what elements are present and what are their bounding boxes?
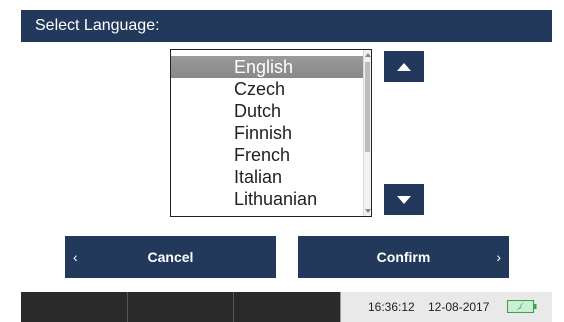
cancel-button[interactable]: ‹ Cancel bbox=[65, 236, 276, 278]
list-scrollbar[interactable] bbox=[363, 50, 371, 216]
language-item-lithuanian[interactable]: Lithuanian bbox=[171, 188, 364, 210]
language-item-dutch[interactable]: Dutch bbox=[171, 100, 364, 122]
battery-charging-icon bbox=[507, 300, 537, 313]
cancel-label: Cancel bbox=[147, 249, 194, 265]
scrollbar-thumb[interactable] bbox=[365, 62, 370, 152]
dialog-title-bar: Select Language: bbox=[21, 10, 552, 42]
language-item-english[interactable]: English bbox=[171, 56, 364, 78]
status-softkey-1[interactable] bbox=[21, 292, 128, 322]
clock-panel: 16:36:12 12-08-2017 bbox=[340, 292, 552, 322]
language-item-finnish[interactable]: Finnish bbox=[171, 122, 364, 144]
triangle-up-icon bbox=[397, 62, 411, 71]
scrollbar-down-arrow-icon[interactable] bbox=[365, 209, 371, 213]
scroll-up-button[interactable] bbox=[384, 51, 424, 82]
chevron-left-icon: ‹ bbox=[73, 249, 78, 265]
confirm-button[interactable]: Confirm › bbox=[298, 236, 509, 278]
language-item-italian[interactable]: Italian bbox=[171, 166, 364, 188]
language-item-czech[interactable]: Czech bbox=[171, 78, 364, 100]
status-time: 16:36:12 bbox=[368, 300, 415, 314]
language-listbox[interactable]: English Czech Dutch Finnish French Itali… bbox=[170, 49, 372, 217]
status-softkey-3[interactable] bbox=[234, 292, 341, 322]
status-date: 12-08-2017 bbox=[428, 300, 490, 314]
language-item-french[interactable]: French bbox=[171, 144, 364, 166]
scroll-down-button[interactable] bbox=[384, 184, 424, 215]
dialog-title: Select Language: bbox=[35, 17, 160, 34]
scrollbar-up-arrow-icon[interactable] bbox=[365, 53, 371, 57]
chevron-right-icon: › bbox=[496, 249, 501, 265]
confirm-label: Confirm bbox=[376, 249, 431, 265]
triangle-down-icon bbox=[397, 195, 411, 204]
status-softkey-2[interactable] bbox=[128, 292, 234, 322]
